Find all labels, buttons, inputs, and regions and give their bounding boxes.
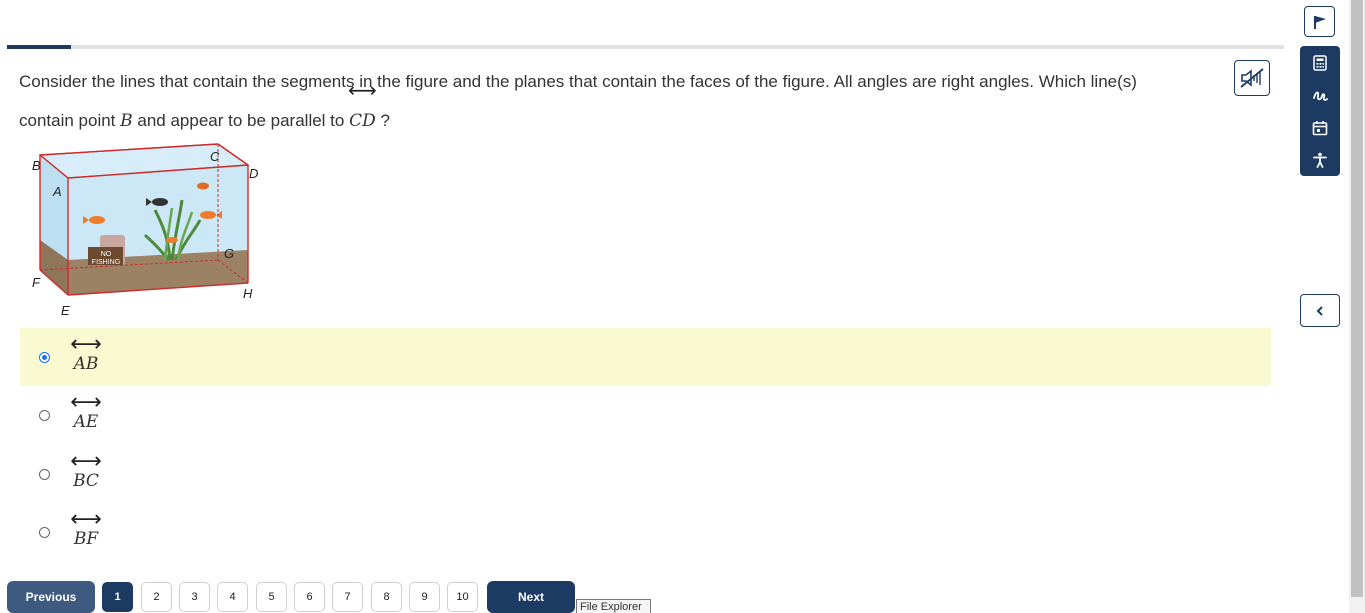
previous-button[interactable]: Previous	[7, 581, 95, 613]
calculator-icon	[1313, 55, 1327, 71]
page-button-1[interactable]: 1	[102, 582, 133, 612]
choice-radio-bf[interactable]	[39, 527, 50, 538]
page-button-3[interactable]: 3	[179, 582, 210, 612]
progress-bar	[7, 45, 1284, 49]
vertex-label-a: A	[52, 184, 62, 199]
vertex-label-b: B	[32, 158, 41, 173]
line-arrow-icon: ⟷	[348, 78, 377, 102]
accessibility-icon	[1313, 152, 1327, 168]
chevron-left-icon	[1316, 305, 1323, 316]
vertex-label-g: G	[224, 246, 234, 261]
page-button-2[interactable]: 2	[141, 582, 172, 612]
choice-label-ab: ⟷ AB	[66, 332, 106, 375]
page-button-5[interactable]: 5	[256, 582, 287, 612]
vertex-label-f: F	[32, 275, 41, 290]
mute-icon	[1240, 68, 1264, 88]
flag-icon	[1313, 15, 1326, 29]
choice-label-bf: ⟷ BF	[66, 507, 106, 550]
taskbar-tooltip: File Explorer	[576, 599, 651, 613]
accessibility-button[interactable]	[1300, 144, 1340, 176]
line-arrow-icon: ⟷	[70, 449, 102, 474]
vertex-label-h: H	[243, 286, 253, 301]
aquarium-figure: NO FISHING A B C D E F G H	[32, 143, 258, 318]
line-arrow-icon: ⟷	[70, 390, 102, 415]
highlighter-button[interactable]	[1300, 80, 1340, 112]
calendar-button[interactable]	[1300, 112, 1340, 144]
vertex-label-e: E	[61, 303, 70, 318]
progress-fill	[7, 45, 71, 49]
choice-bf[interactable]: ⟷ BF	[20, 503, 1271, 561]
page-button-7[interactable]: 7	[332, 582, 363, 612]
point-label: B	[120, 111, 133, 131]
calendar-icon	[1312, 121, 1328, 136]
calculator-button[interactable]	[1300, 47, 1340, 79]
collapse-panel-button[interactable]	[1300, 294, 1340, 327]
page-button-6[interactable]: 6	[294, 582, 325, 612]
question-text: Consider the lines that contain the segm…	[19, 62, 1169, 141]
question-part-3: ?	[375, 111, 390, 130]
choice-bc[interactable]: ⟷ BC	[20, 445, 1271, 503]
page-button-8[interactable]: 8	[371, 582, 402, 612]
page-button-10[interactable]: 10	[447, 582, 478, 612]
page-button-4[interactable]: 4	[217, 582, 248, 612]
choice-ab[interactable]: ⟷ AB	[20, 328, 1271, 386]
vertex-label-d: D	[249, 166, 258, 181]
vertex-label-c: C	[210, 149, 220, 164]
page-button-9[interactable]: 9	[409, 582, 440, 612]
choice-label-ae: ⟷ AE	[66, 390, 106, 433]
line-label: CD	[349, 111, 376, 131]
scrollbar-thumb[interactable]	[1351, 0, 1363, 597]
choice-label-bc: ⟷ BC	[66, 449, 106, 492]
question-part-2: and appear to be parallel to	[132, 111, 350, 130]
flag-button[interactable]	[1304, 6, 1335, 37]
line-arrow-icon: ⟷	[70, 507, 102, 532]
line-cd: ⟷ CD	[348, 80, 377, 141]
choice-radio-ab[interactable]	[39, 352, 50, 363]
highlighter-icon	[1313, 91, 1328, 101]
line-arrow-icon: ⟷	[70, 332, 102, 357]
choice-radio-bc[interactable]	[39, 469, 50, 480]
choice-radio-ae[interactable]	[39, 410, 50, 421]
mute-audio-button[interactable]	[1234, 60, 1270, 96]
sign-line-1: NO	[101, 251, 112, 258]
choice-ae[interactable]: ⟷ AE	[20, 386, 1271, 444]
next-button[interactable]: Next	[487, 581, 575, 613]
tools-panel	[1300, 46, 1340, 176]
sign-line-2: FISHING	[92, 259, 120, 266]
